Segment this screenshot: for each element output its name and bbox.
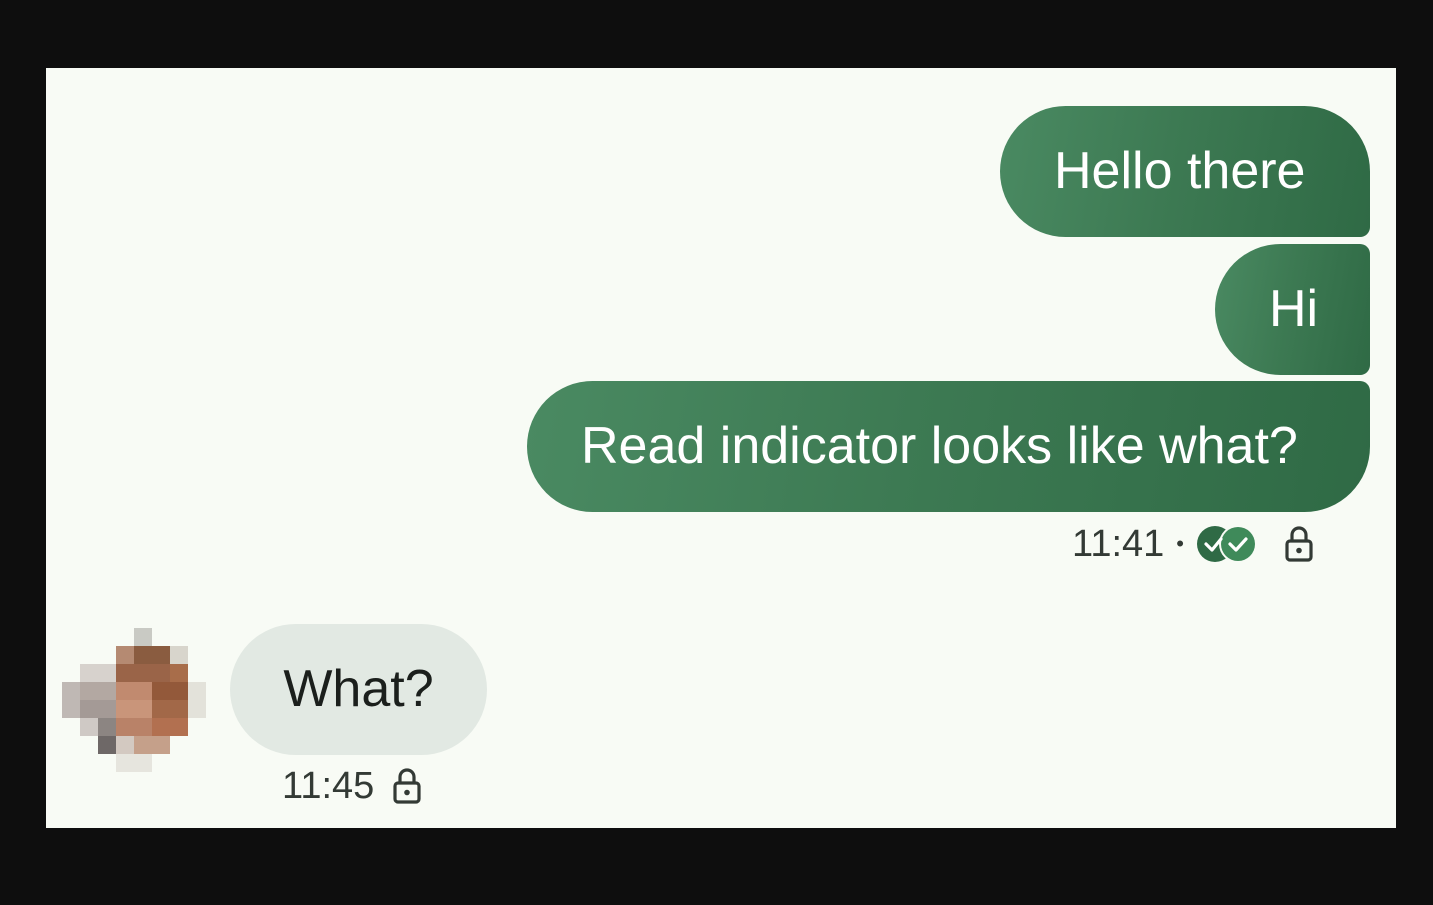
sent-message-bubble[interactable]: Read indicator looks like what?	[527, 381, 1370, 512]
sent-message-bubble[interactable]: Hi	[1215, 244, 1370, 375]
message-timestamp: 11:45	[282, 764, 375, 807]
sent-message-status: 11:41 •	[1072, 522, 1314, 566]
sent-message-bubble[interactable]: Hello there	[1000, 106, 1370, 237]
message-timestamp: 11:41	[1072, 522, 1165, 565]
lock-icon	[393, 768, 421, 804]
message-text: What?	[283, 660, 434, 718]
message-text: Hello there	[1054, 142, 1306, 200]
double-check-read-icon	[1197, 525, 1257, 563]
message-text: Hi	[1269, 280, 1319, 338]
lock-icon	[1285, 526, 1313, 562]
message-text: Read indicator looks like what?	[581, 417, 1298, 475]
chat-screen: Hello there Hi Read indicator looks like…	[46, 68, 1396, 828]
status-separator: •	[1176, 531, 1184, 556]
contact-avatar[interactable]	[62, 628, 206, 772]
received-message-status: 11:45	[282, 764, 422, 808]
received-message-bubble[interactable]: What?	[230, 624, 487, 755]
